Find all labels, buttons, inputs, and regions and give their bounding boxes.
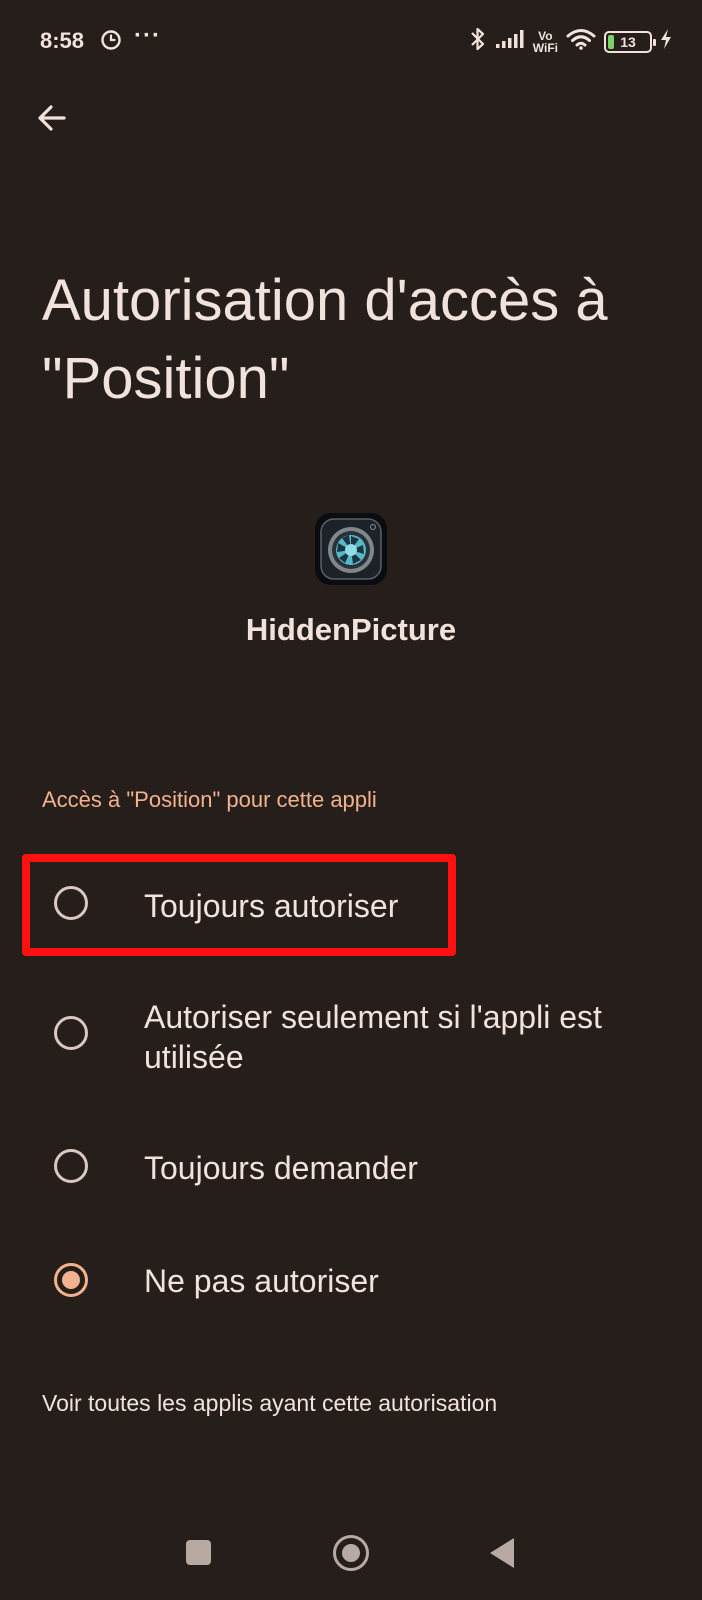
vowifi-indicator: Vo WiFi — [532, 28, 558, 55]
option-deny[interactable]: Ne pas autoriser — [0, 1242, 702, 1322]
section-label: Accès à "Position" pour cette appli — [42, 787, 377, 812]
wifi-icon — [566, 28, 596, 55]
status-icons: Vo WiFi 13 — [469, 26, 672, 57]
camera-aperture-icon — [315, 513, 387, 585]
more-notifications-icon: ··· — [134, 22, 161, 49]
option-label: Ne pas autoriser — [144, 1263, 379, 1299]
battery-level: 13 — [620, 33, 636, 50]
option-always-ask[interactable]: Toujours demander — [0, 1128, 702, 1208]
arrow-left-icon — [38, 105, 66, 131]
radio-button[interactable] — [54, 1149, 88, 1183]
battery-icon: 13 — [604, 30, 656, 53]
back-icon[interactable] — [490, 1538, 514, 1568]
see-all-apps-link[interactable]: Voir toutes les applis ayant cette autor… — [42, 1390, 497, 1417]
option-label: Toujours demander — [144, 1150, 418, 1186]
highlight-box — [22, 854, 456, 956]
option-label: Autoriser seulement si l'appli est utili… — [144, 999, 602, 1075]
clock-icon — [100, 29, 122, 56]
signal-icon — [495, 29, 525, 54]
bluetooth-icon — [469, 26, 487, 57]
home-icon[interactable] — [333, 1535, 369, 1571]
radio-button[interactable] — [54, 1016, 88, 1050]
recents-icon[interactable] — [186, 1540, 211, 1565]
page-title: Autorisation d'accès à "Position" — [42, 268, 608, 411]
back-button[interactable] — [30, 96, 74, 140]
radio-button-selected[interactable] — [54, 1263, 88, 1297]
status-bar: 8:58 ··· Vo WiFi 13 — [0, 0, 702, 86]
navigation-bar — [0, 1520, 702, 1600]
charging-icon — [660, 28, 672, 55]
option-allow-while-in-use[interactable]: Autoriser seulement si l'appli est utili… — [0, 990, 702, 1100]
app-name: HiddenPicture — [245, 612, 457, 647]
status-time: 8:58 — [40, 28, 85, 53]
